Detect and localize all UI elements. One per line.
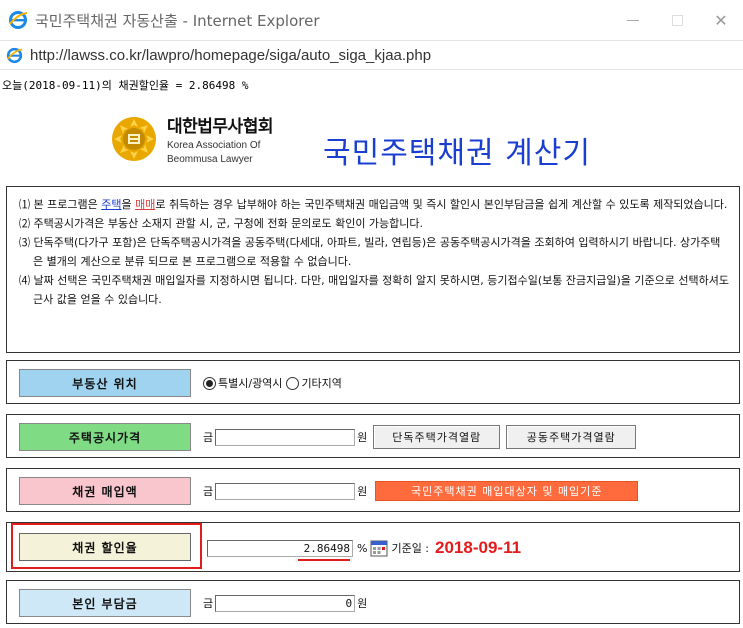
minimize-icon [627,19,639,21]
window-titlebar: 국민주택채권 자동산출 - Internet Explorer ✕ [0,0,743,40]
purchase-suffix: 원 [357,485,368,498]
ie-icon [9,11,28,29]
radio-other-region-label[interactable]: 기타지역 [301,375,341,391]
burden-label: 본인 부담금 [19,589,191,617]
purchase-field-area: 금 원 국민주택채권 매입대상자 및 매입기준 [203,469,639,513]
association-logo: 대한법무사협회 Korea Association Of Beommusa La… [110,112,273,165]
logo-name-english-2: Beommusa Lawyer [167,154,253,165]
purchase-input[interactable] [215,482,356,500]
purchase-row: 채권 매입액 금 원 국민주택채권 매입대상자 및 매입기준 [6,468,740,512]
base-date-label: 기준일 : [391,542,430,555]
radio-metropolitan[interactable] [203,376,216,390]
address-bar[interactable]: http://lawss.co.kr/lawpro/homepage/siga/… [0,40,743,70]
window-title: 국민주택채권 자동산출 - Internet Explorer [35,11,320,30]
notice-item-3: ⑶ 단독주택(다가구 포함)은 단독주택공시가격을 공동주택(다세대, 아파트,… [19,236,721,268]
single-house-price-button[interactable]: 단독주택가격열람 [373,425,501,449]
discount-field-area: 2.86498 % 기준일 : 2018-09-11 [207,523,521,573]
window-controls: ✕ [611,0,743,40]
notice-item-2: ⑵ 주택공시가격은 부동산 소재지 관할 시, 군, 구청에 전화 문의로도 확… [19,217,424,230]
close-icon: ✕ [714,10,728,30]
discount-rate-input[interactable]: 2.86498 [207,539,353,557]
trade-link[interactable]: 매매 [135,198,155,211]
page-title: 국민주택채권 계산기 [323,136,591,171]
base-date-value: 2018-09-11 [435,538,522,557]
price-suffix: 원 [357,431,368,444]
burden-field-area: 금 0 원 [203,581,367,625]
rate-underline [298,559,350,561]
notice-box: ⑴ 본 프로그램은 주택을 매매로 취득하는 경우 납부해야 하는 국민주택채권… [6,186,740,353]
notice-item-1-text: ⑴ 본 프로그램은 [19,198,102,211]
today-rate-text: 오늘(2018-09-11)의 채권할인율 = 2.86498 % [2,79,249,92]
ie-icon [6,47,23,63]
purchase-label: 채권 매입액 [19,477,191,505]
price-input[interactable] [215,428,356,446]
notice-item-1: ⑴ 본 프로그램은 주택을 매매로 취득하는 경우 납부해야 하는 국민주택채권… [19,195,729,214]
logo-name-english-1: Korea Association Of [167,140,261,151]
minimize-button[interactable] [611,0,655,40]
location-label: 부동산 위치 [19,369,191,397]
burden-output[interactable]: 0 [215,594,356,612]
calendar-icon[interactable] [370,539,388,557]
price-row: 주택공시가격 금 원 단독주택가격열람 공동주택가격열람 [6,414,740,458]
radio-other-region[interactable] [286,376,300,390]
logo-name-korean: 대한법무사협회 [167,117,273,137]
maximize-button[interactable] [655,0,699,40]
radio-metropolitan-label[interactable]: 특별시/광역시 [218,375,282,391]
house-link[interactable]: 주택 [101,198,121,211]
location-options: 특별시/광역시 기타지역 [203,361,346,405]
burden-prefix: 금 [203,597,214,610]
purchase-prefix: 금 [203,485,214,498]
burden-suffix: 원 [357,597,368,610]
maximize-icon [671,14,683,26]
price-field-area: 금 원 단독주택가격열람 공동주택가격열람 [203,415,637,459]
close-button[interactable]: ✕ [699,0,743,40]
price-label: 주택공시가격 [19,423,191,451]
notice-item-4: ⑷ 날짜 선택은 국민주택채권 매입일자를 지정하시면 됩니다. 다만, 매입일… [19,274,729,306]
burden-row: 본인 부담금 금 0 원 [6,580,740,624]
notice-item-1-text-post: 로 취득하는 경우 납부해야 하는 국민주택채권 매입금액 및 즉시 할인시 본… [155,198,728,211]
discount-unit: % [357,541,368,555]
emblem-icon [112,116,156,161]
notice-item-1-text-mid: 을 [121,198,136,211]
purchase-criteria-button[interactable]: 국민주택채권 매입대상자 및 매입기준 [375,481,639,501]
price-prefix: 금 [203,431,214,444]
apartment-price-button[interactable]: 공동주택가격열람 [506,425,637,449]
discount-label-highlight [11,523,202,569]
location-row: 부동산 위치 특별시/광역시 기타지역 [6,360,740,404]
url-text[interactable]: http://lawss.co.kr/lawpro/homepage/siga/… [30,47,431,64]
